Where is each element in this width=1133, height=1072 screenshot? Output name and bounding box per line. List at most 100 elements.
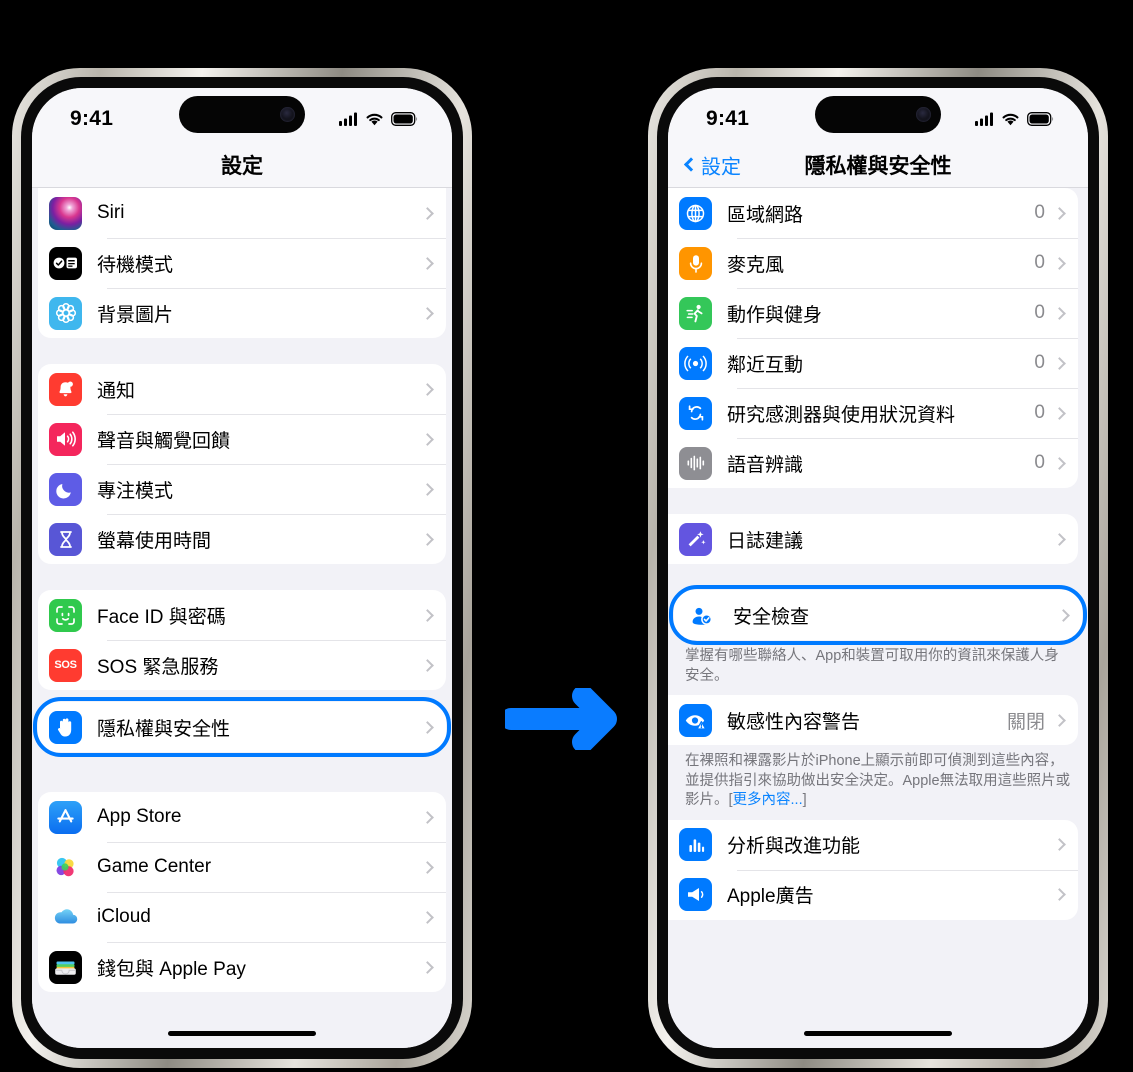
settings-row-screentime[interactable]: 螢幕使用時間 xyxy=(38,514,446,564)
settings-row-focus[interactable]: 專注模式 xyxy=(38,464,446,514)
chevron-right-icon xyxy=(421,382,434,396)
chevron-right-icon xyxy=(1053,356,1066,370)
chevron-right-icon xyxy=(1053,713,1066,727)
settings-row-notifications[interactable]: 通知 xyxy=(38,364,446,414)
row-label: 日誌建議 xyxy=(727,530,804,552)
row-label: 螢幕使用時間 xyxy=(97,530,212,552)
row-label: Game Center xyxy=(97,856,212,877)
status-indicators xyxy=(975,112,1054,126)
settings-row-siri[interactable]: Siri xyxy=(38,188,446,238)
settings-row-faceid[interactable]: Face ID 與密碼 xyxy=(38,590,446,640)
battery-full-icon xyxy=(1027,112,1054,126)
apple-advertising-icon xyxy=(679,878,712,912)
app-store-icon xyxy=(49,800,82,834)
right-status-bar: 9:41 xyxy=(668,88,1088,142)
settings-group-2: 通知 聲音與觸覺回饋 專注模式 螢幕使用時間 xyxy=(38,364,446,564)
back-button[interactable]: 設定 xyxy=(683,150,741,179)
row-value: 0 xyxy=(1034,302,1045,323)
settings-row-apple-advertising[interactable]: Apple廣告 xyxy=(668,869,1078,920)
transition-arrow xyxy=(505,688,629,750)
settings-row-analytics[interactable]: 分析與改進功能 xyxy=(668,820,1078,870)
page-title: 設定 xyxy=(221,154,263,178)
cellular-bars-icon xyxy=(339,112,357,126)
right-phone-bezel: 9:41 設定 隱私權與安全性 區域網路 0 麥克風 0 動作與健身 0 鄰近互… xyxy=(657,77,1099,1059)
settings-row-icloud[interactable]: iCloud xyxy=(38,892,446,942)
settings-row-speech-recognition[interactable]: 語音辨識 0 xyxy=(668,438,1078,488)
left-phone-frame: 9:41 設定 Siri 待機模式 背景圖片 通知 聲音與觸覺回饋 專注模式 螢… xyxy=(12,68,472,1068)
row-label: Face ID 與密碼 xyxy=(97,606,226,628)
settings-row-journaling-suggestions[interactable]: 日誌建議 xyxy=(668,514,1078,564)
motion-fitness-icon xyxy=(679,296,712,330)
row-value: 0 xyxy=(1034,402,1045,423)
journaling-suggestions-icon xyxy=(679,522,712,556)
front-camera-icon xyxy=(280,107,295,122)
row-label: SOS 緊急服務 xyxy=(97,656,219,678)
settings-row-nearby-interactions[interactable]: 鄰近互動 0 xyxy=(668,338,1078,388)
game-center-icon xyxy=(49,850,82,884)
settings-row-local-network[interactable]: 區域網路 0 xyxy=(668,188,1078,238)
chevron-right-icon xyxy=(1053,406,1066,420)
wifi-icon xyxy=(1002,113,1019,126)
settings-row-sounds[interactable]: 聲音與觸覺回饋 xyxy=(38,414,446,464)
row-label: Apple廣告 xyxy=(727,886,814,908)
footnote-tail: ] xyxy=(802,792,807,809)
settings-row-wallet[interactable]: 錢包與 Apple Pay xyxy=(38,942,446,992)
privacy-group-5: 分析與改進功能 Apple廣告 xyxy=(668,819,1078,920)
right-phone-screen: 9:41 設定 隱私權與安全性 區域網路 0 麥克風 0 動作與健身 0 鄰近互… xyxy=(668,88,1088,1048)
privacy-group-2: 日誌建議 xyxy=(668,514,1078,564)
left-settings-list[interactable]: Siri 待機模式 背景圖片 通知 聲音與觸覺回饋 專注模式 螢幕使用時間 Fa… xyxy=(32,188,452,1048)
settings-row-safety-check[interactable]: 安全檢查 xyxy=(674,590,1082,640)
privacy-hand-icon xyxy=(49,710,82,744)
home-indicator-area xyxy=(32,1018,452,1048)
microphone-icon xyxy=(679,246,712,280)
status-time: 9:41 xyxy=(70,107,114,130)
privacy-group-3: 安全檢查 xyxy=(674,590,1082,640)
chevron-right-icon xyxy=(1053,888,1066,902)
settings-row-wallpaper[interactable]: 背景圖片 xyxy=(38,288,446,338)
settings-row-sensitive-content[interactable]: 敏感性內容警告 關閉 xyxy=(668,695,1078,745)
right-settings-list[interactable]: 區域網路 0 麥克風 0 動作與健身 0 鄰近互動 0 研究感測器與使用狀況資料… xyxy=(668,188,1088,1048)
home-indicator-area xyxy=(668,1018,1088,1048)
settings-row-microphone[interactable]: 麥克風 0 xyxy=(668,238,1078,288)
row-label: 鄰近互動 xyxy=(727,354,804,376)
notifications-bell-icon xyxy=(49,372,82,406)
home-indicator[interactable] xyxy=(804,1030,952,1036)
screen-time-hourglass-icon xyxy=(49,522,82,556)
chevron-right-icon xyxy=(1053,206,1066,220)
wifi-icon xyxy=(366,113,383,126)
settings-group-4: 隱私權與安全性 xyxy=(38,702,446,752)
left-phone-bezel: 9:41 設定 Siri 待機模式 背景圖片 通知 聲音與觸覺回饋 專注模式 螢… xyxy=(21,77,463,1059)
settings-row-standby[interactable]: 待機模式 xyxy=(38,238,446,288)
sos-icon: SOS xyxy=(49,648,82,682)
settings-row-app-store[interactable]: App Store xyxy=(38,792,446,842)
settings-row-game-center[interactable]: Game Center xyxy=(38,842,446,892)
right-nav-bar: 設定 隱私權與安全性 xyxy=(668,142,1088,188)
chevron-right-icon xyxy=(421,658,434,672)
standby-icon xyxy=(49,246,82,280)
sensitive-content-footnote: 在裸照和裸露影片於iPhone上顯示前即可偵測到這些內容，並提供指引來協助做出安… xyxy=(668,745,1088,820)
privacy-group-4: 敏感性內容警告 關閉 xyxy=(668,695,1078,746)
chevron-right-icon xyxy=(1057,608,1070,622)
row-label: 麥克風 xyxy=(727,254,785,276)
highlighted-privacy-row-wrapper: 隱私權與安全性 xyxy=(33,697,451,757)
front-camera-icon xyxy=(916,107,931,122)
chevron-right-icon xyxy=(1053,532,1066,546)
settings-row-motion-fitness[interactable]: 動作與健身 0 xyxy=(668,288,1078,338)
local-network-globe-icon xyxy=(679,196,712,230)
settings-row-privacy-security[interactable]: 隱私權與安全性 xyxy=(38,702,446,752)
row-label: Siri xyxy=(97,202,125,223)
face-id-icon xyxy=(49,598,82,632)
learn-more-link[interactable]: 更多內容... xyxy=(733,792,803,808)
settings-row-research-sensor[interactable]: 研究感測器與使用狀況資料 0 xyxy=(668,388,1078,438)
chevron-right-icon xyxy=(421,810,434,824)
row-label: 聲音與觸覺回饋 xyxy=(97,430,231,452)
sound-speaker-icon xyxy=(49,422,82,456)
settings-row-sos[interactable]: SOS SOS 緊急服務 xyxy=(38,640,446,690)
row-value: 關閉 xyxy=(1006,711,1045,733)
row-value: 0 xyxy=(1034,202,1045,223)
settings-group-5: App Store Game Center iCloud 錢包與 Apple P… xyxy=(38,792,446,992)
home-indicator[interactable] xyxy=(168,1030,316,1036)
